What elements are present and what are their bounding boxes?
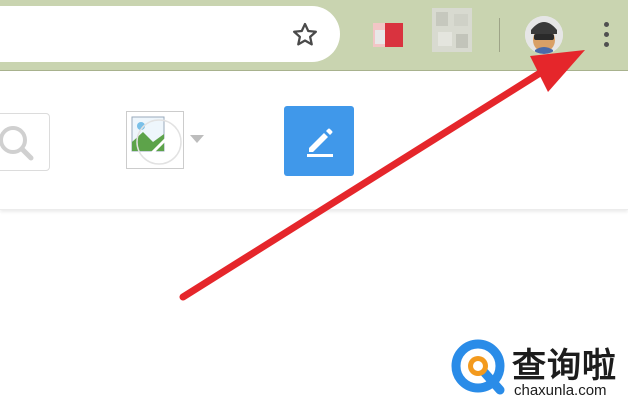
menu-dot <box>603 41 609 47</box>
red-extension-icon[interactable] <box>371 20 407 50</box>
edit-button[interactable] <box>284 106 354 176</box>
browser-toolbar <box>0 0 628 71</box>
star-icon[interactable] <box>288 18 322 52</box>
watermark-title: 查询啦 <box>512 346 617 386</box>
image-icon <box>126 111 184 169</box>
avatar[interactable] <box>525 16 563 54</box>
search-icon <box>0 126 34 161</box>
toolbar-divider <box>499 18 500 52</box>
kebab-menu-icon[interactable] <box>596 16 616 52</box>
image-dropdown[interactable] <box>126 111 210 169</box>
pencil-icon <box>307 128 333 157</box>
menu-dot <box>603 21 609 27</box>
page-header <box>0 71 628 210</box>
menu-dot <box>603 31 609 37</box>
search-button[interactable] <box>0 113 50 171</box>
chaxunla-logo <box>451 339 505 395</box>
watermark-url: chaxunla.com <box>514 382 607 399</box>
blurred-extension-icon[interactable] <box>432 8 472 52</box>
caret-down-icon <box>190 135 204 143</box>
watermark: 查询啦 chaxunla.com <box>448 334 628 404</box>
